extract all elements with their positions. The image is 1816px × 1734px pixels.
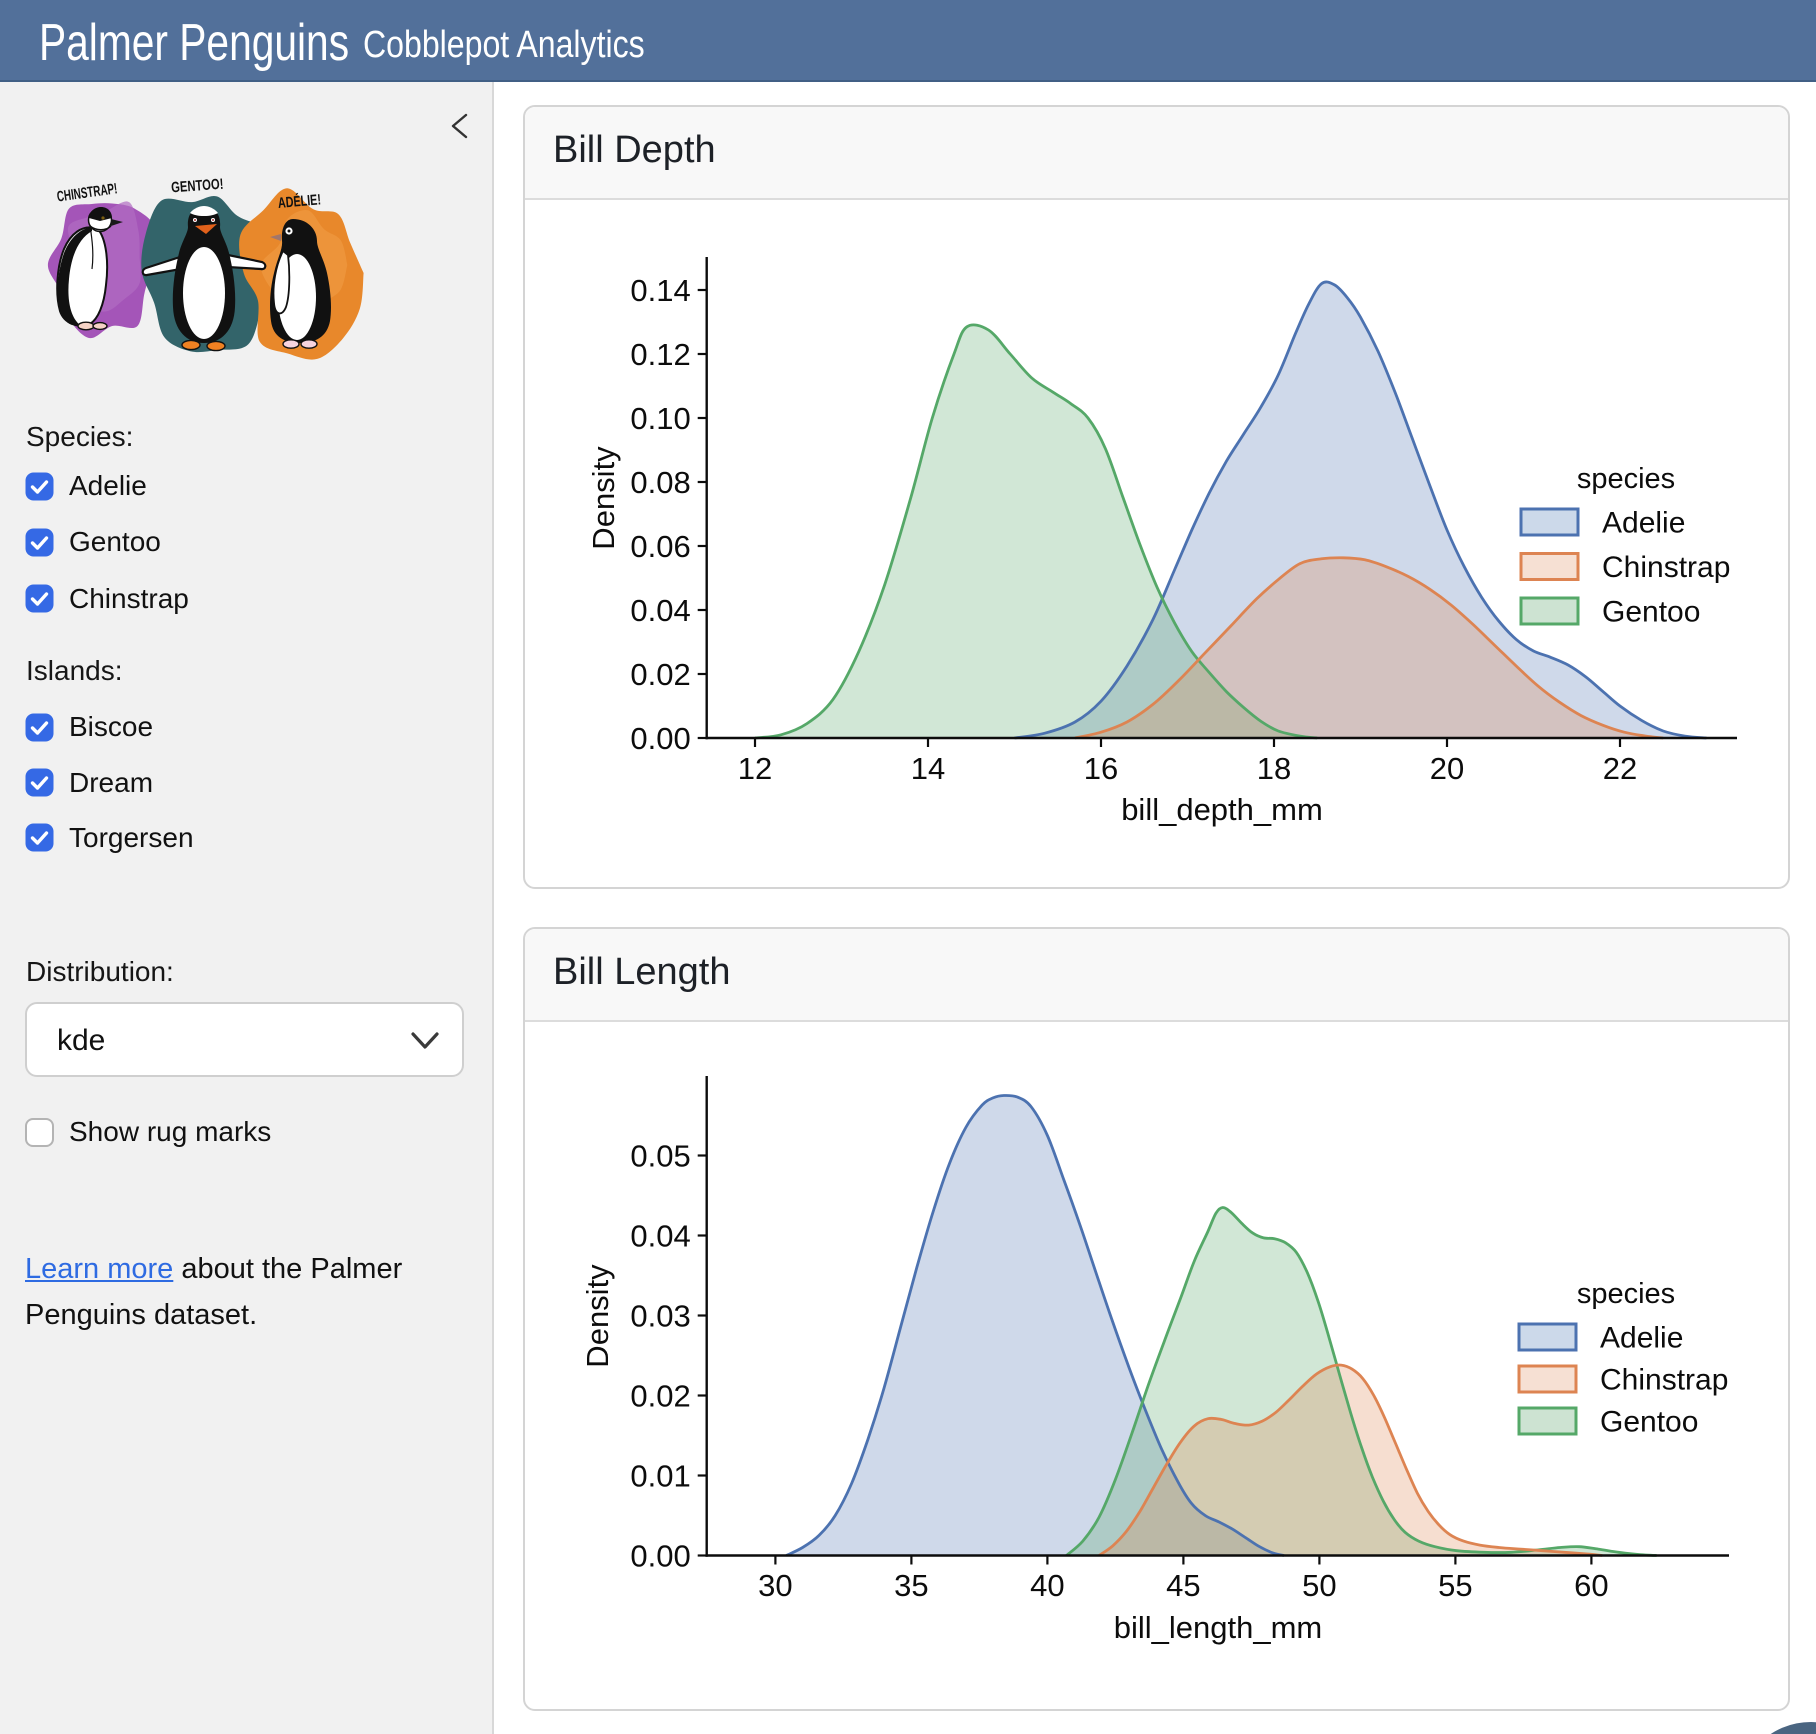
svg-text:0.02: 0.02 (630, 657, 690, 692)
svg-text:Density: Density (580, 1264, 615, 1368)
svg-text:20: 20 (1430, 751, 1464, 786)
svg-text:35: 35 (894, 1568, 928, 1603)
svg-text:0.05: 0.05 (630, 1139, 690, 1174)
svg-text:bill_length_mm: bill_length_mm (1114, 1610, 1323, 1645)
svg-text:12: 12 (738, 751, 772, 786)
svg-text:Adelie: Adelie (1600, 1322, 1683, 1355)
svg-text:0.03: 0.03 (630, 1299, 690, 1334)
svg-text:0.08: 0.08 (630, 465, 690, 500)
svg-text:0.01: 0.01 (630, 1459, 690, 1494)
svg-text:Chinstrap: Chinstrap (1600, 1364, 1728, 1397)
svg-text:16: 16 (1084, 751, 1118, 786)
svg-text:14: 14 (911, 751, 945, 786)
svg-text:Adelie: Adelie (1602, 507, 1685, 540)
svg-text:Gentoo: Gentoo (1600, 1406, 1698, 1439)
svg-text:0.10: 0.10 (630, 401, 690, 436)
svg-text:0.04: 0.04 (630, 593, 690, 628)
svg-text:40: 40 (1030, 1568, 1064, 1603)
svg-text:CHINSTRAP!: CHINSTRAP! (56, 180, 119, 205)
svg-text:ADÉLIE!: ADÉLIE! (277, 191, 321, 212)
svg-text:0.00: 0.00 (630, 721, 690, 756)
svg-text:0.00: 0.00 (630, 1539, 690, 1574)
svg-text:GENTOO!: GENTOO! (171, 175, 224, 196)
svg-text:30: 30 (758, 1568, 792, 1603)
svg-text:species: species (1577, 1278, 1675, 1310)
svg-text:bill_depth_mm: bill_depth_mm (1121, 792, 1323, 827)
svg-text:Gentoo: Gentoo (1602, 596, 1700, 629)
svg-text:55: 55 (1438, 1568, 1472, 1603)
svg-text:22: 22 (1603, 751, 1637, 786)
svg-text:45: 45 (1166, 1568, 1200, 1603)
svg-text:18: 18 (1257, 751, 1291, 786)
svg-text:Density: Density (586, 446, 621, 550)
svg-text:50: 50 (1302, 1568, 1336, 1603)
svg-text:Chinstrap: Chinstrap (1602, 551, 1730, 584)
svg-text:0.02: 0.02 (630, 1379, 690, 1414)
svg-text:60: 60 (1574, 1568, 1608, 1603)
svg-text:0.14: 0.14 (630, 273, 690, 308)
svg-text:species: species (1577, 463, 1675, 495)
svg-text:0.04: 0.04 (630, 1219, 690, 1254)
svg-text:0.12: 0.12 (630, 337, 690, 372)
svg-text:0.06: 0.06 (630, 529, 690, 564)
